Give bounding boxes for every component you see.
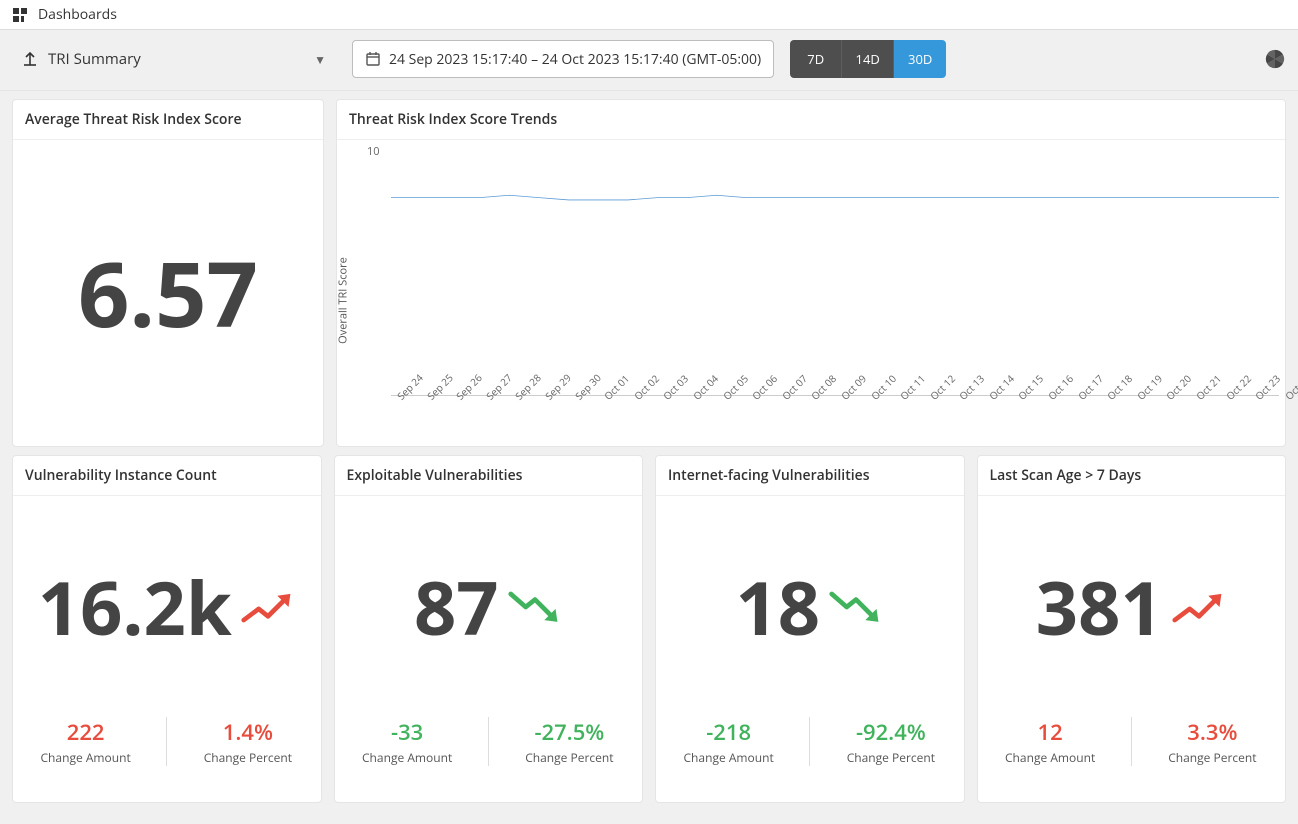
change-percent-label: Change Percent <box>497 749 642 766</box>
dashboard-grid-icon <box>12 7 28 23</box>
x-tick-label: Oct 19 <box>1134 393 1169 428</box>
change-amount: -33 <box>335 717 480 747</box>
x-tick-label: Oct 07 <box>779 393 814 428</box>
kpi-value: 87 <box>414 570 499 644</box>
x-tick-label: Oct 06 <box>749 393 784 428</box>
x-tick-label: Oct 02 <box>631 393 666 428</box>
kpi-value: 381 <box>1036 570 1163 644</box>
change-amount-label: Change Amount <box>335 749 480 766</box>
change-amount-label: Change Amount <box>13 749 158 766</box>
x-axis-labels: Sep 24Sep 25Sep 26Sep 27Sep 28Sep 29Sep … <box>391 390 1279 440</box>
range-30d-button[interactable]: 30D <box>894 40 946 78</box>
card-title: Threat Risk Index Score Trends <box>337 100 1285 140</box>
change-percent: 3.3% <box>1140 717 1285 747</box>
x-tick-label: Oct 17 <box>1074 393 1109 428</box>
change-amount-label: Change Amount <box>978 749 1123 766</box>
x-tick-label: Sep 27 <box>483 393 518 428</box>
x-tick-label: Sep 29 <box>542 393 577 428</box>
kpi-card: Exploitable Vulnerabilities 87 -33 Change A… <box>334 455 644 803</box>
x-tick-label: Oct 10 <box>867 393 902 428</box>
x-tick-label: Oct 04 <box>690 393 725 428</box>
x-tick-label: Oct 09 <box>838 393 873 428</box>
trend-down-icon <box>824 585 884 629</box>
x-tick-label: Oct 23 <box>1252 393 1287 428</box>
trend-up-icon <box>1167 585 1227 629</box>
kpi-value: 18 <box>735 570 820 644</box>
x-tick-label: Oct 18 <box>1104 393 1139 428</box>
card-title: Exploitable Vulnerabilities <box>335 456 643 496</box>
kpi-card: Vulnerability Instance Count 16.2k 222 Chan… <box>12 455 322 803</box>
x-tick-label: Oct 05 <box>719 393 754 428</box>
x-tick-label: Oct 13 <box>956 393 991 428</box>
change-percent: -27.5% <box>497 717 642 747</box>
x-tick-label: Oct 20 <box>1163 393 1198 428</box>
x-tick-label: Oct 21 <box>1193 393 1228 428</box>
card-title: Last Scan Age > 7 Days <box>978 456 1286 496</box>
x-tick-label: Oct 22 <box>1222 393 1257 428</box>
change-amount: -218 <box>656 717 801 747</box>
snapshot-button[interactable] <box>1264 48 1286 70</box>
change-percent: -92.4% <box>818 717 963 747</box>
x-tick-label: Oct 11 <box>897 393 932 428</box>
page-title: Dashboards <box>38 5 117 24</box>
range-7d-button[interactable]: 7D <box>790 40 842 78</box>
change-percent-label: Change Percent <box>818 749 963 766</box>
x-tick-label: Sep 30 <box>571 393 606 428</box>
x-tick-label: Sep 28 <box>512 393 547 428</box>
x-tick-label: Oct 14 <box>986 393 1021 428</box>
x-tick-label: Sep 25 <box>423 393 458 428</box>
camera-shutter-icon <box>1264 48 1286 70</box>
change-amount: 222 <box>13 717 158 747</box>
x-tick-label: Oct 15 <box>1015 393 1050 428</box>
x-tick-label: Oct 01 <box>601 393 636 428</box>
trend-down-icon <box>503 585 563 629</box>
dashboard-selector-label: TRI Summary <box>48 49 141 69</box>
y-tick: 10 <box>367 144 380 159</box>
card-title: Vulnerability Instance Count <box>13 456 321 496</box>
x-tick-label: Oct 03 <box>660 393 695 428</box>
tri-trends-card: Threat Risk Index Score Trends 10 Overal… <box>336 99 1286 447</box>
calendar-icon <box>365 51 381 67</box>
x-tick-label: Oct 08 <box>808 393 843 428</box>
kpi-value: 16.2k <box>38 570 232 644</box>
change-amount-label: Change Amount <box>656 749 801 766</box>
change-percent-label: Change Percent <box>175 749 320 766</box>
kpi-card: Internet-facing Vulnerabilities 18 -218 Cha… <box>655 455 965 803</box>
date-range-text: 24 Sep 2023 15:17:40 – 24 Oct 2023 15:17… <box>389 50 761 69</box>
x-tick-label: Sep 26 <box>453 393 488 428</box>
tri-trends-chart[interactable]: 10 Overall TRI Score Sep 24Sep 25Sep 26S… <box>337 140 1285 446</box>
avg-tri-value: 6.57 <box>78 248 258 338</box>
x-tick-label: Sep 24 <box>394 393 429 428</box>
trend-up-icon <box>236 585 296 629</box>
y-axis-label: Overall TRI Score <box>336 257 351 344</box>
range-14d-button[interactable]: 14D <box>842 40 894 78</box>
change-amount: 12 <box>978 717 1123 747</box>
date-range-picker[interactable]: 24 Sep 2023 15:17:40 – 24 Oct 2023 15:17… <box>352 40 774 78</box>
change-percent: 1.4% <box>175 717 320 747</box>
change-percent-label: Change Percent <box>1140 749 1285 766</box>
avg-tri-card: Average Threat Risk Index Score 6.57 <box>12 99 324 447</box>
dashboard-selector[interactable]: TRI Summary ▼ <box>12 40 336 78</box>
x-tick-label: Oct 12 <box>927 393 962 428</box>
x-tick-label: Oct 24 <box>1282 393 1298 428</box>
card-title: Internet-facing Vulnerabilities <box>656 456 964 496</box>
trend-line <box>391 160 1279 395</box>
card-title: Average Threat Risk Index Score <box>13 100 323 140</box>
kpi-card: Last Scan Age > 7 Days 381 12 Change Amount… <box>977 455 1287 803</box>
x-tick-label: Oct 16 <box>1045 393 1080 428</box>
range-button-group: 7D 14D 30D <box>790 40 946 78</box>
chevron-down-icon: ▼ <box>314 51 326 68</box>
filter-up-icon <box>22 51 38 67</box>
